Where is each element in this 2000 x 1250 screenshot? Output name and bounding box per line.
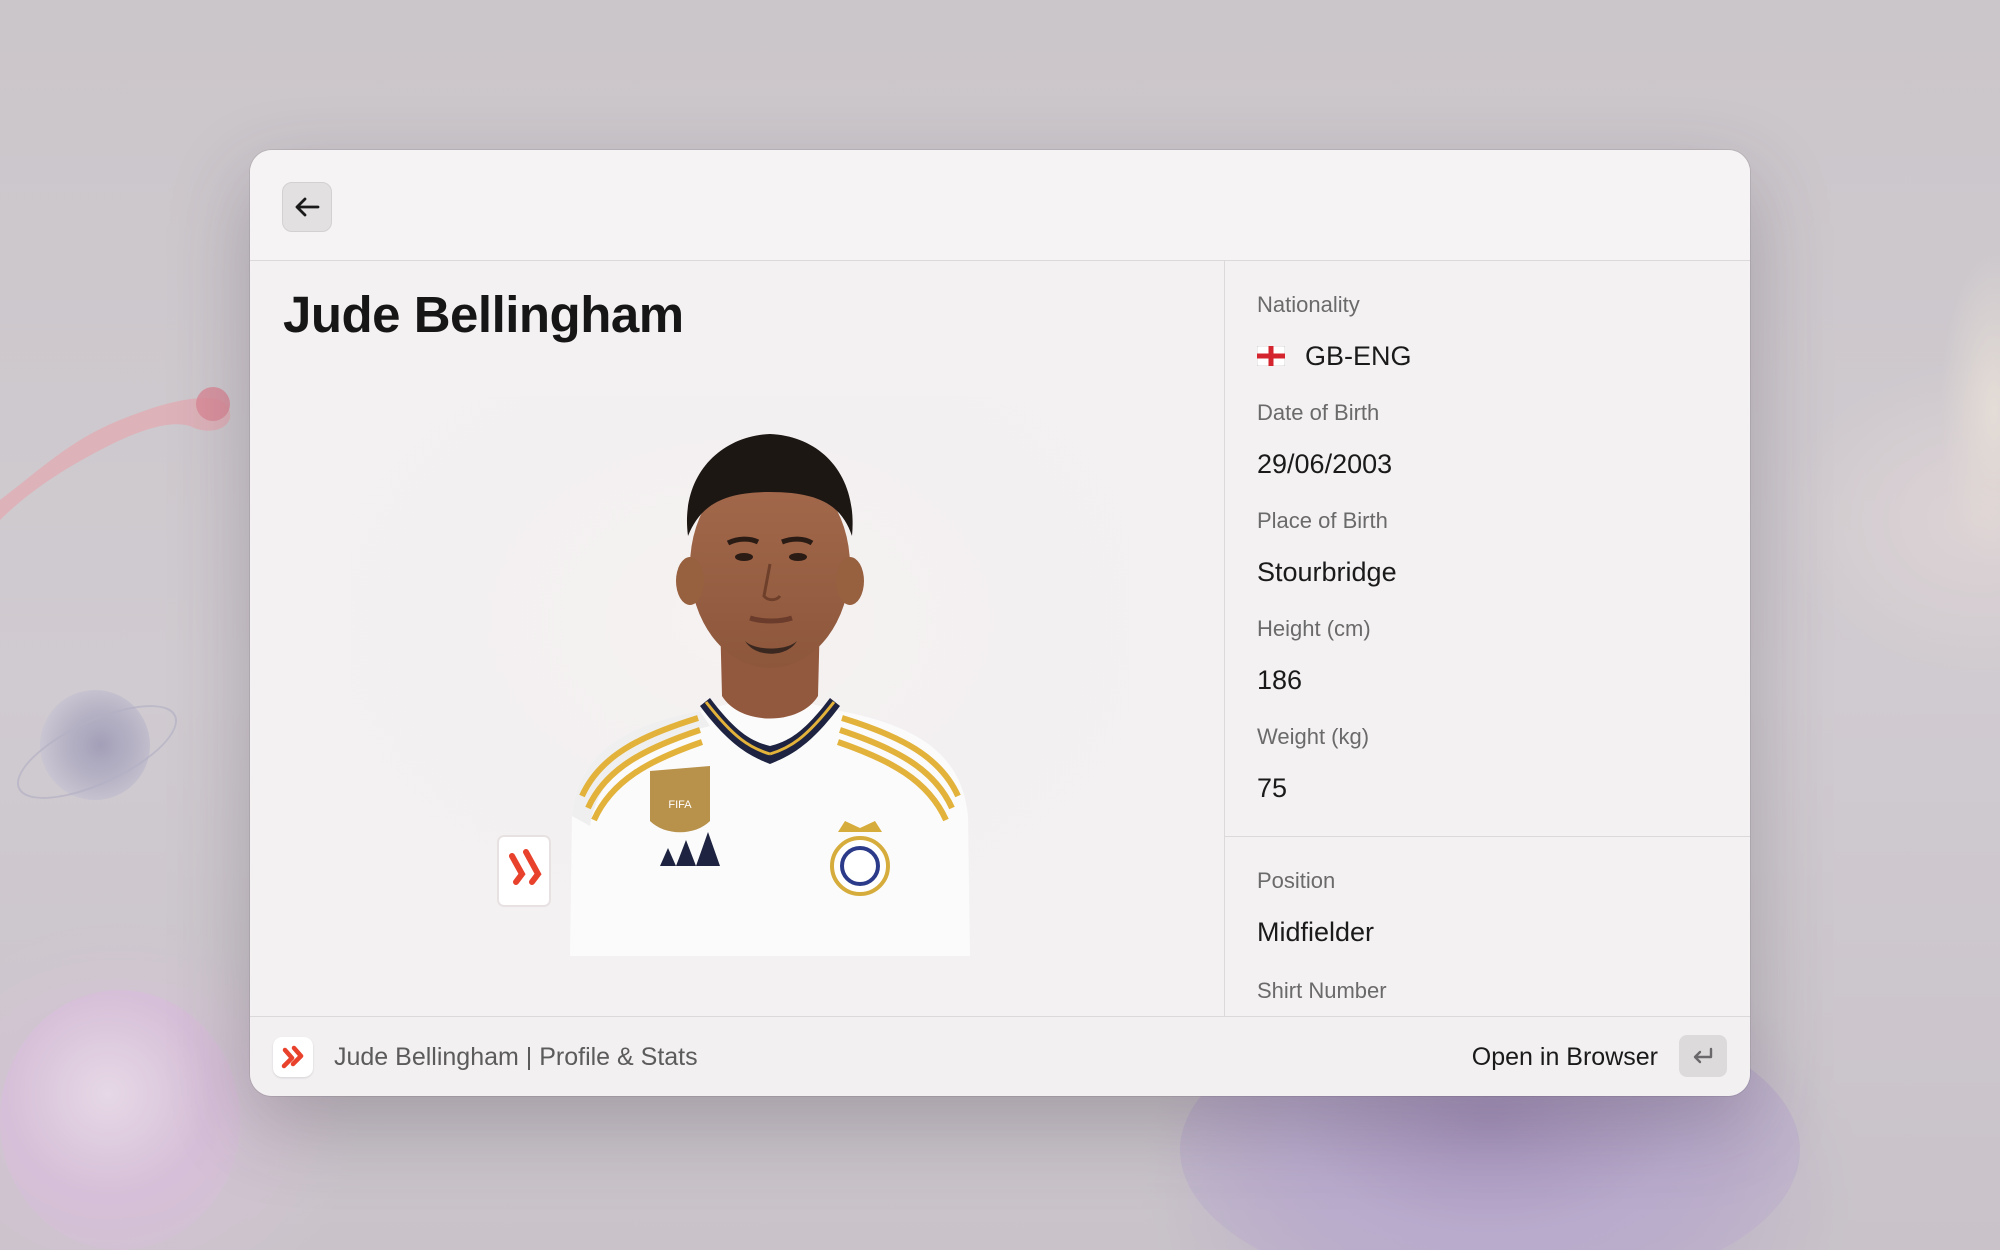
- detail-content: Jude Bellingham FIFA Nationality GB-ENG …: [250, 261, 1750, 1016]
- nationality-label: Nationality: [1257, 292, 1360, 317]
- place-of-birth-item: Place of Birth Stourbridge: [1257, 507, 1730, 588]
- career-section: Position Midfielder Shirt Number: [1225, 837, 1750, 1016]
- arrow-left-icon: [295, 197, 320, 217]
- laliga-icon: [273, 1037, 313, 1077]
- bio-section: Nationality GB-ENG Date of Birth 29/06/2…: [1225, 261, 1750, 837]
- wallpaper-splash: [0, 387, 231, 520]
- dob-label: Date of Birth: [1257, 400, 1380, 425]
- place-of-birth-label: Place of Birth: [1257, 508, 1388, 533]
- nationality-text: GB-ENG: [1305, 341, 1412, 371]
- weight-label: Weight (kg): [1257, 724, 1370, 749]
- enter-key-button[interactable]: [1679, 1035, 1727, 1077]
- position-label: Position: [1257, 868, 1336, 893]
- action-bar: Jude Bellingham | Profile & Stats Open i…: [250, 1016, 1750, 1096]
- profile-window: Jude Bellingham FIFA Nationality GB-ENG …: [250, 150, 1750, 1096]
- england-flag-icon: [1257, 346, 1285, 366]
- nationality-value: GB-ENG: [1257, 340, 1730, 372]
- open-in-browser-button[interactable]: Open in Browser: [1472, 1041, 1658, 1073]
- wallpaper-sphere: [0, 990, 240, 1250]
- dob-value: 29/06/2003: [1257, 449, 1393, 479]
- detail-main[interactable]: Jude Bellingham FIFA: [250, 261, 1225, 1016]
- dob-item: Date of Birth 29/06/2003: [1257, 399, 1730, 480]
- player-photo: FIFA: [350, 396, 1130, 956]
- detail-metadata[interactable]: Nationality GB-ENG Date of Birth 29/06/2…: [1225, 261, 1750, 1016]
- shirt-number-item: Shirt Number: [1257, 977, 1730, 1016]
- place-of-birth-value: Stourbridge: [1257, 557, 1397, 587]
- position-item: Position Midfielder: [1257, 867, 1730, 948]
- laliga-logo-glyph: [281, 1045, 304, 1069]
- height-label: Height (cm): [1257, 616, 1371, 641]
- page-title: Jude Bellingham: [283, 286, 684, 343]
- height-item: Height (cm) 186: [1257, 615, 1730, 696]
- footer-title: Jude Bellingham | Profile & Stats: [334, 1043, 698, 1071]
- position-value: Midfielder: [1257, 917, 1375, 947]
- weight-value: 75: [1257, 773, 1288, 803]
- weight-item: Weight (kg) 75: [1257, 723, 1730, 804]
- svg-text:FIFA: FIFA: [668, 799, 692, 811]
- enter-key-icon: [1693, 1047, 1713, 1064]
- wallpaper-orb: [40, 690, 150, 800]
- back-button[interactable]: [282, 182, 332, 232]
- wallpaper-ring: [4, 686, 190, 818]
- wallpaper-right-shape: [1940, 250, 2000, 570]
- shirt-number-label: Shirt Number: [1257, 978, 1387, 1003]
- height-value: 186: [1257, 665, 1303, 695]
- nationality-item: Nationality GB-ENG: [1257, 291, 1730, 372]
- window-toolbar: [250, 150, 1750, 261]
